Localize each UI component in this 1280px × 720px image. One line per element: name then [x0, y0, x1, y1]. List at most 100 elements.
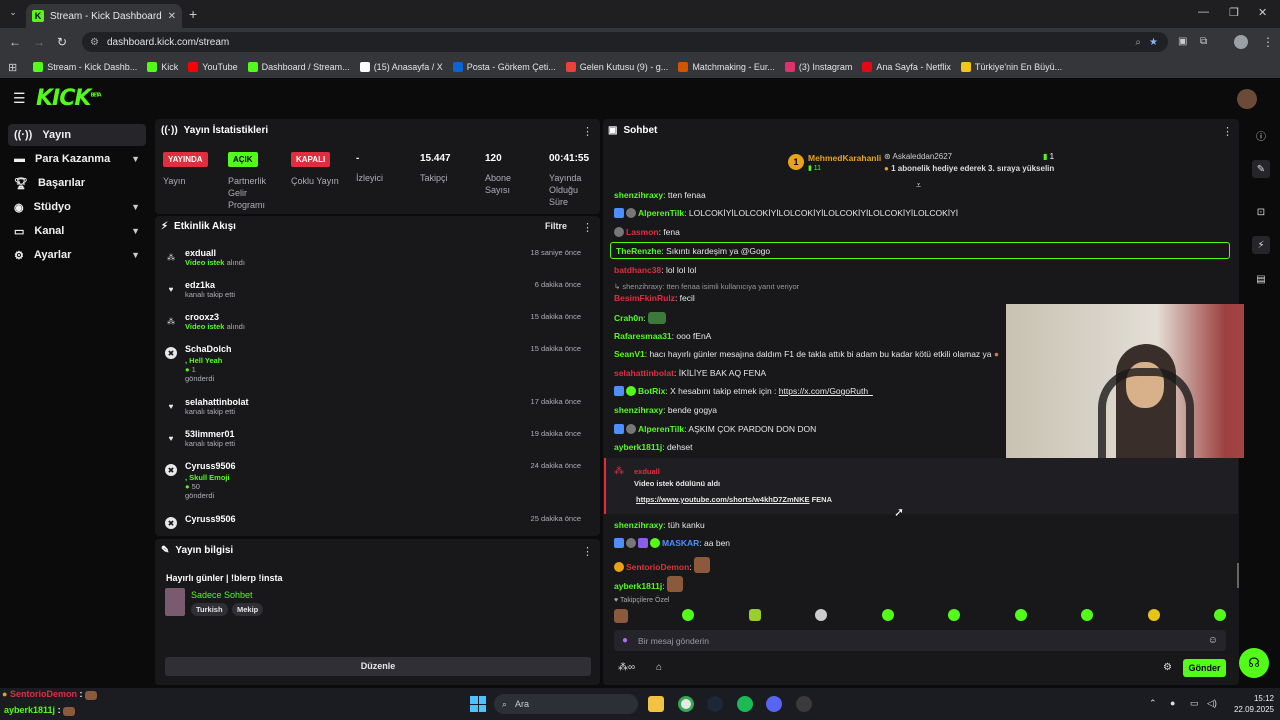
category-link[interactable]: Sadece Sohbet: [191, 590, 253, 600]
network-icon[interactable]: ▭: [1190, 698, 1199, 709]
sidebar-item-basarilar[interactable]: 🏆︎ Başarılar: [8, 172, 146, 194]
emote-icon[interactable]: [614, 609, 628, 623]
close-tab-icon[interactable]: ✕: [168, 11, 176, 22]
browser-tab[interactable]: K Stream - Kick Dashboard ✕: [26, 4, 182, 28]
top-gifter-name[interactable]: MehmedKarahanli: [808, 153, 881, 163]
site-info-icon[interactable]: ⚙: [90, 37, 99, 48]
chevron-down-icon: ▼: [131, 250, 140, 260]
chat-message: batdhanc38: lol lol lol: [614, 265, 697, 275]
minimize-button[interactable]: —: [1198, 6, 1209, 18]
activity-menu-icon[interactable]: ⋮: [582, 221, 593, 234]
browser-menu-icon[interactable]: ⋮: [1262, 35, 1274, 49]
emote-icon[interactable]: [1213, 609, 1226, 621]
file-explorer-icon[interactable]: [648, 696, 664, 712]
send-button[interactable]: Gönder: [1183, 659, 1226, 677]
second-gifter-name[interactable]: ⊛ Askaleddan2627: [884, 152, 952, 161]
camera-icon[interactable]: ⊡: [1254, 205, 1268, 219]
edit-button[interactable]: Düzenle: [165, 657, 591, 676]
emote-icon[interactable]: [682, 609, 695, 621]
puzzle-icon[interactable]: ⧉: [1200, 36, 1207, 47]
activity-header: ⚡︎ Etkinlik Akışı: [161, 221, 236, 232]
bookmark-item[interactable]: Kick: [147, 62, 178, 72]
reward-link[interactable]: https://www.youtube.com/shorts/w4khD7ZmN…: [636, 495, 810, 504]
chat-scrollbar[interactable]: [1237, 563, 1239, 588]
bookmark-item[interactable]: (3) Instagram: [784, 62, 852, 72]
chat-input[interactable]: Bir mesaj gönderin: [638, 636, 1198, 646]
url-bar[interactable]: ⚙ dashboard.kick.com/stream ⌕ ★: [82, 32, 1168, 52]
reward-user[interactable]: exduall: [634, 467, 660, 476]
tag-pill[interactable]: Turkish: [191, 603, 228, 616]
hamburger-menu-icon[interactable]: ☰: [13, 90, 26, 107]
reload-button[interactable]: ↻: [57, 35, 67, 49]
emote-icon[interactable]: [748, 609, 761, 621]
new-tab-button[interactable]: +: [189, 6, 197, 22]
bookmark-item[interactable]: Gelen Kutusu (9) - g...: [565, 62, 668, 72]
kick-points-icon[interactable]: ⁂∞: [618, 662, 635, 673]
sidebar-item-yayin[interactable]: ((·)) Yayın: [8, 124, 146, 146]
emoji-icon[interactable]: ☺: [1208, 635, 1218, 646]
obs-icon[interactable]: [796, 696, 812, 712]
tray-chevron-icon[interactable]: ⌃: [1149, 698, 1157, 709]
volume-icon[interactable]: ◁): [1207, 698, 1217, 709]
sidebar-item-para-kazanma[interactable]: ▬ Para Kazanma ▼: [8, 148, 146, 170]
zoom-icon[interactable]: ⌕: [1135, 37, 1141, 48]
spotify-icon[interactable]: [737, 696, 753, 712]
extensions-icon[interactable]: ▣: [1178, 36, 1187, 47]
bookmark-item[interactable]: Dashboard / Stream...: [247, 62, 350, 72]
app-icon[interactable]: [766, 696, 782, 712]
emote-icon[interactable]: [815, 609, 828, 621]
bookmark-item[interactable]: Posta - Görkem Çeti...: [452, 62, 556, 72]
store-icon[interactable]: ⌂: [656, 662, 662, 673]
bookmark-item[interactable]: Türkiye'nin En Büyü...: [960, 62, 1062, 72]
steam-icon[interactable]: [707, 696, 723, 712]
sidebar-item-kanal[interactable]: ▭ Kanal ▼: [8, 220, 146, 242]
microphone-icon[interactable]: ●: [622, 635, 628, 646]
sidebar-item-studyo[interactable]: ◉ Stüdyo ▼: [8, 196, 146, 218]
kick-logo[interactable]: KICKBETA: [36, 86, 102, 111]
clock[interactable]: 15:12 22.09.2025: [1226, 693, 1274, 715]
chat-header: ▣ Sohbet: [608, 125, 658, 136]
tab-list-button[interactable]: ⌄: [6, 7, 20, 21]
restore-button[interactable]: ❐: [1229, 6, 1239, 19]
stat-label: Takipçi: [420, 173, 448, 183]
emote-icon[interactable]: [1081, 609, 1094, 621]
sidebar-item-ayarlar[interactable]: ⚙ Ayarlar ▼: [8, 244, 146, 266]
window-close-button[interactable]: ✕: [1258, 6, 1267, 19]
chat-message: Rafaresmaa31: ooo fEnA: [614, 331, 712, 341]
collapse-icon[interactable]: ⩡: [916, 180, 921, 191]
bookmark-item[interactable]: (15) Anasayfa / X: [359, 62, 443, 72]
lightning-icon[interactable]: ⚡︎: [1252, 236, 1270, 254]
emote-icon[interactable]: [1014, 609, 1027, 621]
emote-icon[interactable]: [948, 609, 961, 621]
bookmark-item[interactable]: YouTube: [188, 62, 238, 72]
emote-icon[interactable]: [881, 609, 894, 621]
forward-button[interactable]: →: [33, 35, 45, 49]
chat-link[interactable]: https://x.com/GogoRuth_: [779, 386, 873, 396]
bookmark-item[interactable]: Ana Sayfa - Netflix: [862, 62, 951, 72]
tag-pill[interactable]: Mekip: [232, 603, 264, 616]
start-icon[interactable]: [470, 696, 486, 712]
user-avatar[interactable]: [1237, 89, 1257, 109]
pencil-icon[interactable]: ✎: [1252, 160, 1270, 178]
document-icon[interactable]: ▤: [1254, 272, 1268, 286]
info-icon[interactable]: ⓘ: [1254, 128, 1268, 143]
filter-button[interactable]: Filtre: [545, 221, 567, 231]
support-button[interactable]: ☊: [1239, 648, 1269, 678]
chat-input-box[interactable]: ● Bir mesaj gönderin ☺: [614, 630, 1226, 651]
apps-grid-icon[interactable]: ⊞: [8, 61, 17, 74]
chat-menu-icon[interactable]: ⋮: [1222, 125, 1233, 138]
back-button[interactable]: ←: [9, 35, 21, 49]
bookmark-item[interactable]: Matchmaking - Eur...: [678, 62, 775, 72]
bookmark-item[interactable]: Stream - Kick Dashb...: [33, 62, 137, 72]
profile-icon[interactable]: [1234, 35, 1248, 49]
chrome-icon[interactable]: [678, 696, 694, 712]
overlay-chat-line-2: ayberk1811j :: [4, 705, 76, 716]
emote-icon[interactable]: [1147, 609, 1160, 621]
stats-menu-icon[interactable]: ⋮: [582, 125, 593, 138]
taskbar-search[interactable]: ⌕ Ara: [494, 694, 638, 714]
microphone-tray-icon[interactable]: ●: [1170, 698, 1175, 708]
bookmark-star-icon[interactable]: ★: [1149, 37, 1158, 48]
webcam-preview: [1006, 304, 1280, 458]
info-menu-icon[interactable]: ⋮: [582, 545, 593, 558]
chat-settings-icon[interactable]: ⚙: [1163, 662, 1172, 673]
